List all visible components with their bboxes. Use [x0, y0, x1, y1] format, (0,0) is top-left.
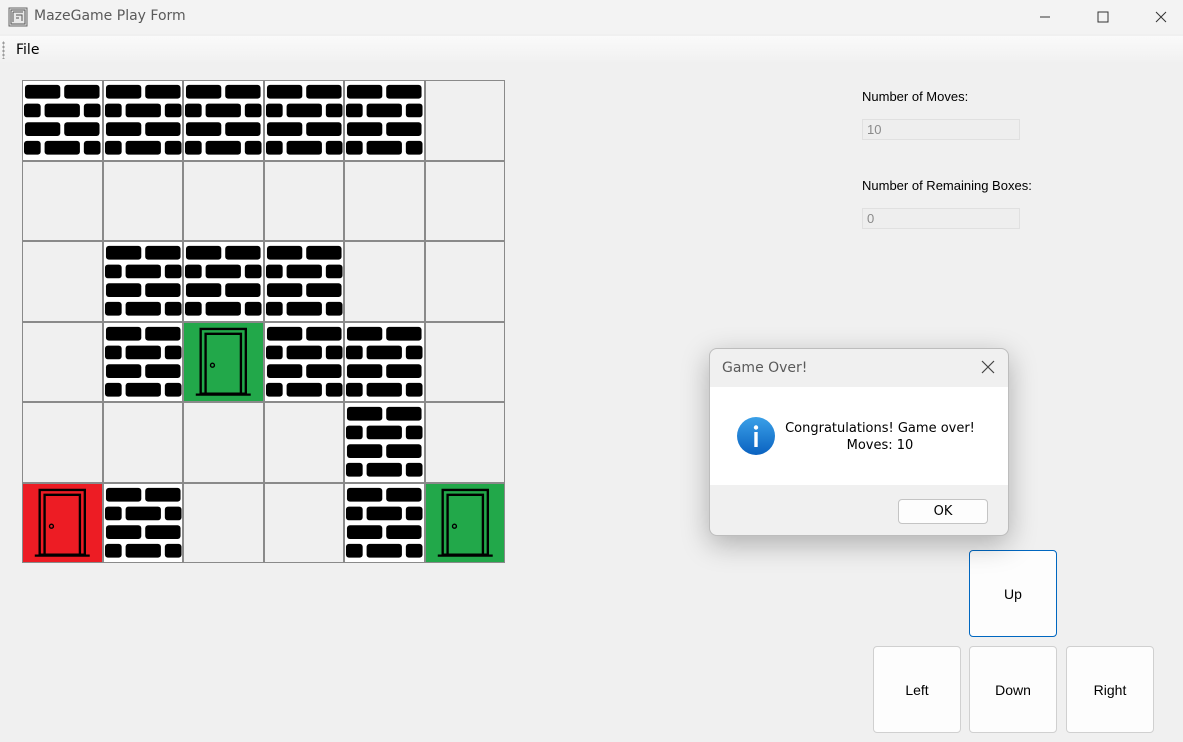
maze-cell-empty	[263, 160, 344, 241]
maze-cell-empty	[263, 482, 344, 563]
maze-cell-empty	[263, 402, 344, 483]
app-icon	[8, 7, 28, 27]
up-button[interactable]: Up	[969, 550, 1057, 637]
maze-cell-wall	[263, 80, 344, 161]
maze-cell-wall	[344, 402, 425, 483]
menu-bar: File	[0, 36, 1183, 64]
maze-cell-green-door	[183, 321, 264, 402]
close-icon	[1155, 11, 1167, 23]
maze-cell-wall	[22, 80, 103, 161]
brick-wall-icon	[345, 487, 423, 558]
dialog-message-line1: Congratulations! Game over!	[785, 421, 975, 436]
brick-wall-icon	[104, 84, 182, 155]
maze-cell-empty	[183, 482, 264, 563]
maze-cell-empty	[344, 160, 425, 241]
brick-wall-icon	[265, 326, 343, 397]
remaining-boxes-label: Number of Remaining Boxes:	[862, 178, 1032, 193]
door-icon	[437, 488, 493, 557]
close-button[interactable]	[1132, 0, 1183, 34]
maze-cell-empty	[22, 241, 103, 322]
maze-grid	[22, 80, 505, 563]
title-bar: MazeGame Play Form	[0, 0, 1183, 34]
info-icon	[737, 417, 775, 455]
brick-wall-icon	[345, 406, 423, 477]
maze-cell-empty	[424, 321, 505, 402]
maze-cell-wall	[183, 80, 264, 161]
dialog-body: Congratulations! Game over! Moves: 10	[710, 387, 1008, 485]
maze-cell-wall	[102, 321, 183, 402]
maze-cell-wall	[344, 321, 425, 402]
brick-wall-icon	[184, 245, 262, 316]
maze-cell-empty	[22, 402, 103, 483]
moves-label: Number of Moves:	[862, 89, 969, 104]
brick-wall-icon	[265, 84, 343, 155]
maze-cell-wall	[263, 321, 344, 402]
toolbar-grip	[2, 41, 5, 59]
maze-cell-wall	[102, 80, 183, 161]
maze-cell-empty	[22, 160, 103, 241]
maze-cell-empty	[344, 241, 425, 322]
dialog-message-line2: Moves: 10	[846, 438, 914, 453]
left-button[interactable]: Left	[873, 646, 961, 733]
maze-cell-empty	[102, 402, 183, 483]
ok-button[interactable]: OK	[898, 499, 988, 524]
game-over-dialog: Game Over! Congratulations! Game over! M…	[709, 348, 1009, 536]
remaining-boxes-field: 0	[862, 208, 1020, 229]
brick-wall-icon	[104, 245, 182, 316]
brick-wall-icon	[184, 84, 262, 155]
brick-wall-icon	[23, 84, 101, 155]
dialog-message: Congratulations! Game over! Moves: 10	[784, 420, 976, 454]
minimize-button[interactable]	[1016, 0, 1074, 34]
maze-cell-red-door	[22, 482, 103, 563]
maximize-button[interactable]	[1074, 0, 1132, 34]
maze-cell-empty	[22, 321, 103, 402]
dialog-title: Game Over!	[722, 360, 808, 376]
dialog-close-icon[interactable]	[980, 359, 996, 375]
moves-field: 10	[862, 119, 1020, 140]
maze-cell-empty	[424, 402, 505, 483]
door-icon	[195, 327, 251, 396]
maze-cell-wall	[102, 241, 183, 322]
door-icon	[34, 488, 90, 557]
maze-cell-empty	[424, 80, 505, 161]
maze-cell-empty	[424, 160, 505, 241]
maximize-icon	[1097, 11, 1109, 23]
maze-cell-empty	[183, 160, 264, 241]
maze-cell-green-door	[424, 482, 505, 563]
minimize-icon	[1040, 16, 1050, 18]
window-title: MazeGame Play Form	[34, 8, 186, 24]
menu-file[interactable]: File	[16, 42, 39, 58]
brick-wall-icon	[265, 245, 343, 316]
maze-cell-empty	[183, 402, 264, 483]
brick-wall-icon	[345, 326, 423, 397]
maze-cell-wall	[102, 482, 183, 563]
brick-wall-icon	[104, 326, 182, 397]
maze-cell-wall	[183, 241, 264, 322]
brick-wall-icon	[104, 487, 182, 558]
brick-wall-icon	[345, 84, 423, 155]
maze-cell-empty	[424, 241, 505, 322]
maze-cell-wall	[344, 482, 425, 563]
maze-cell-wall	[263, 241, 344, 322]
down-button[interactable]: Down	[969, 646, 1057, 733]
maze-cell-empty	[102, 160, 183, 241]
maze-cell-wall	[344, 80, 425, 161]
right-button[interactable]: Right	[1066, 646, 1154, 733]
